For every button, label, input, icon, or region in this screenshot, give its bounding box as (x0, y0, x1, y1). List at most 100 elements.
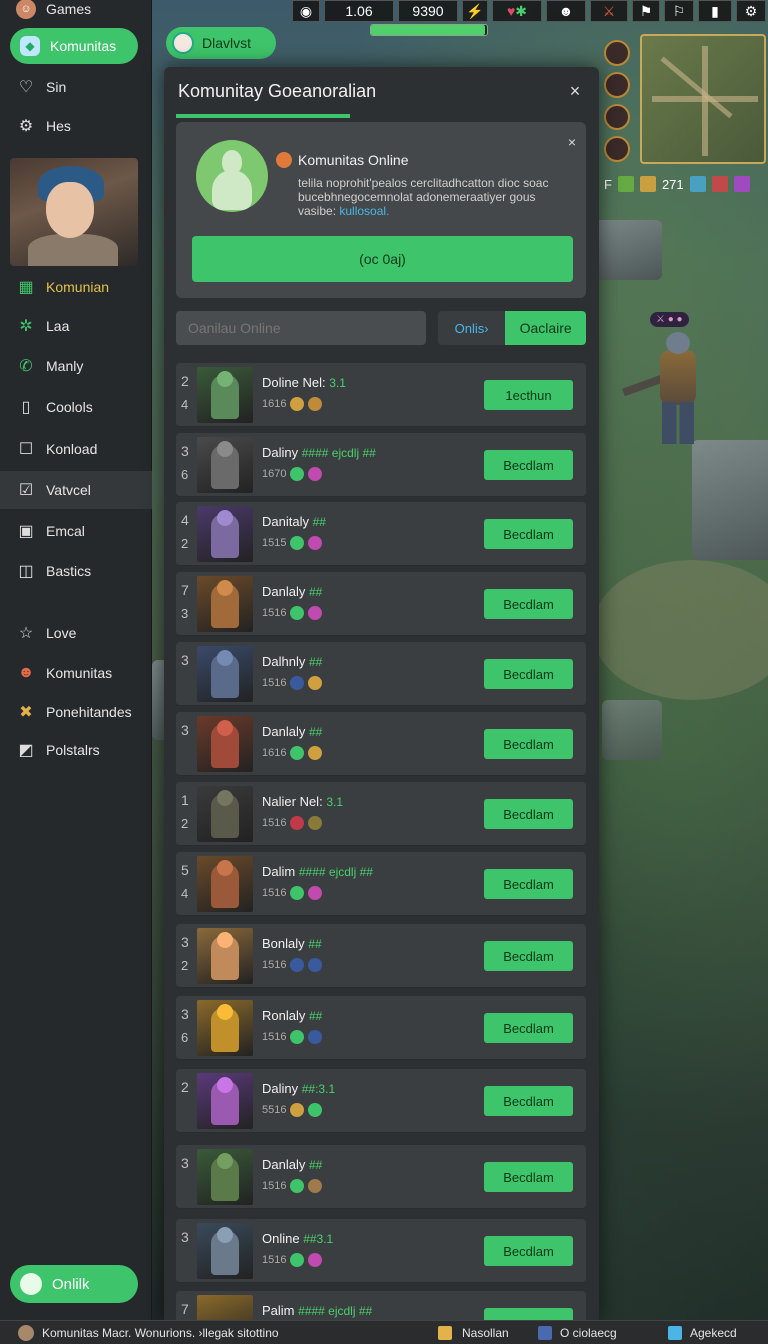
picture-icon: ◩ (18, 742, 34, 759)
description-link[interactable]: kullosoal. (339, 204, 389, 218)
ability-2-icon[interactable] (604, 72, 630, 98)
sidebar-item-sin[interactable]: ♡ Sin (0, 68, 152, 106)
search-input[interactable] (176, 311, 426, 345)
member-name-text: Daliny (262, 1081, 299, 1096)
settings-hud-icon[interactable]: ⚙ (736, 0, 766, 22)
member-thumbnail (197, 1149, 253, 1205)
member-score: 1616 (262, 747, 287, 759)
member-row[interactable]: 7 3 Danlaly ## 1516 Becdlam (176, 572, 586, 636)
status-seg2-text[interactable]: O ciolaecg (560, 1326, 617, 1340)
member-row[interactable]: 4 2 Danitaly ## 1515 Becdlam (176, 502, 586, 566)
member-action-button[interactable]: Becdlam (484, 869, 573, 899)
sidebar-item-vatvcel[interactable]: ☑ Vatvcel (0, 471, 152, 509)
member-figure (211, 445, 239, 489)
member-row[interactable]: 2 Daliny ##:3.1 5516 Becdlam (176, 1069, 586, 1133)
member-name: Danlaly ## (262, 724, 322, 739)
phone-icon: ✆ (19, 358, 33, 375)
member-action-button[interactable]: Becdlam (484, 729, 573, 759)
member-score: 1516 (262, 817, 287, 829)
filter-all-tab[interactable]: Oaclaire (505, 311, 586, 345)
member-row[interactable]: 2 4 Doline Nel: 3.1 1616 1ecthun (176, 363, 586, 427)
member-row[interactable]: 3 Danlaly ## 1616 Becdlam (176, 712, 586, 776)
sidebar-item-polstalrs[interactable]: ◩ Polstalrs (0, 731, 152, 769)
member-sub: 1516 (262, 816, 323, 830)
member-figure (211, 654, 239, 698)
member-action-button[interactable]: Becdlam (484, 1236, 573, 1266)
member-row[interactable]: 3 Online ##3.1 1516 Becdlam (176, 1219, 586, 1283)
community-badge-label: Komunitas Online (298, 152, 409, 168)
sidebar-item-coolols[interactable]: ▯ Coolols (0, 388, 152, 426)
rank-primary: 7 (181, 1301, 189, 1317)
member-figure (211, 1008, 239, 1052)
rank-secondary: 2 (181, 536, 189, 551)
heart-hud-icon: ♥ ✱ (492, 0, 542, 22)
sidebar-item-ponehitandes[interactable]: ✖ Ponehitandes (0, 693, 152, 731)
online-status-label: Onlilk (52, 1275, 90, 1293)
member-action-button[interactable]: Becdlam (484, 450, 573, 480)
join-button[interactable]: (oc 0aj) (192, 236, 573, 282)
sidebar-item-komunian[interactable]: ▦ Komunian (0, 268, 152, 306)
document-icon: ▯ (21, 399, 31, 416)
emote-icon (308, 397, 323, 411)
flag-icon[interactable]: ⚐ (664, 0, 694, 22)
member-action-button[interactable]: Becdlam (484, 1162, 573, 1192)
member-row[interactable]: 5 4 Dalim #### ejcdlj ## 1516 Becdlam (176, 852, 586, 916)
sidebar-item-konload[interactable]: ☐ Konload (0, 430, 152, 468)
member-row[interactable]: 3 6 Daliny #### ejcdlj ## 1670 Becdlam (176, 433, 586, 497)
emote-icon (290, 1179, 305, 1193)
minimap[interactable] (640, 34, 766, 164)
member-row[interactable]: 3 Danlaly ## 1516 Becdlam (176, 1145, 586, 1209)
status-seg3-text[interactable]: Agekecd (690, 1326, 737, 1340)
sidebar-item-hes[interactable]: ⚙ Hes (0, 107, 152, 145)
featured-game-banner[interactable] (10, 158, 138, 266)
status-mid-text[interactable]: Nasollan (462, 1326, 509, 1340)
sidebar-item-love[interactable]: ☆ Love (0, 614, 152, 652)
rank-primary: 2 (181, 373, 189, 389)
member-action-button[interactable] (484, 1308, 573, 1320)
member-tag: ## (308, 585, 323, 599)
member-row-partial[interactable]: 7 Palim #### ejcdlj ## (176, 1291, 586, 1320)
rank-secondary: 6 (181, 1030, 189, 1045)
sword-icon[interactable]: ⚔ (590, 0, 628, 22)
sidebar-item-manly[interactable]: ✆ Manly (0, 347, 152, 385)
member-action-button[interactable]: Becdlam (484, 519, 573, 549)
bag-icon[interactable]: ▮ (698, 0, 732, 22)
member-row[interactable]: 3 2 Bonlaly ## 1516 Becdlam (176, 924, 586, 988)
member-name-text: Palim (262, 1303, 295, 1318)
community-description: telila noprohit'pealos cerclitadhcatton … (298, 176, 568, 218)
user-pill-label: Dlavlvst (202, 35, 252, 51)
emote-icon[interactable]: ☻ (546, 0, 586, 22)
online-status-button[interactable]: Onlilk (10, 1265, 138, 1303)
sidebar-item-laa[interactable]: ✲ Laa (0, 307, 152, 345)
sidebar-item-games[interactable]: ☺ Games (0, 0, 152, 28)
member-action-button[interactable]: Becdlam (484, 589, 573, 619)
emote-icon (290, 467, 305, 481)
sidebar-item-komunitas[interactable]: ◆ Komunitas (10, 28, 138, 64)
member-action-button[interactable]: Becdlam (484, 799, 573, 829)
sidebar-item-bastics[interactable]: ◫ Bastics (0, 552, 152, 590)
member-tag: ## (308, 1158, 323, 1172)
rank-secondary: 6 (181, 467, 189, 482)
ability-4-icon[interactable] (604, 136, 630, 162)
filter-online-tab[interactable]: Onlis› (438, 311, 506, 345)
member-thumbnail (197, 1223, 253, 1279)
sidebar-item-emcal[interactable]: ▣ Emcal (0, 512, 152, 550)
sidebar-item-label: Coolols (46, 399, 93, 415)
member-action-button[interactable]: 1ecthun (484, 380, 573, 410)
sidebar-item-komunitas-2[interactable]: ☻ Komunitas (0, 654, 152, 692)
member-row[interactable]: 1 2 Nalier Nel: 3.1 1516 Becdlam (176, 782, 586, 846)
card-close-button[interactable]: × (568, 134, 576, 150)
hero-portrait-icon: ◉ (292, 0, 320, 22)
ability-3-icon[interactable] (604, 104, 630, 130)
member-row[interactable]: 3 Dalhnly ## 1516 Becdlam (176, 642, 586, 706)
member-action-button[interactable]: Becdlam (484, 941, 573, 971)
user-pill-button[interactable]: Dlavlvst (166, 27, 276, 59)
modal-close-button[interactable]: × (563, 81, 587, 102)
emote-icon (290, 886, 305, 900)
member-action-button[interactable]: Becdlam (484, 1013, 573, 1043)
alert-icon[interactable]: ⚑ (632, 0, 660, 22)
member-row[interactable]: 3 6 Ronlaly ## 1516 Becdlam (176, 996, 586, 1060)
ability-1-icon[interactable] (604, 40, 630, 66)
member-action-button[interactable]: Becdlam (484, 1086, 573, 1116)
member-action-button[interactable]: Becdlam (484, 659, 573, 689)
